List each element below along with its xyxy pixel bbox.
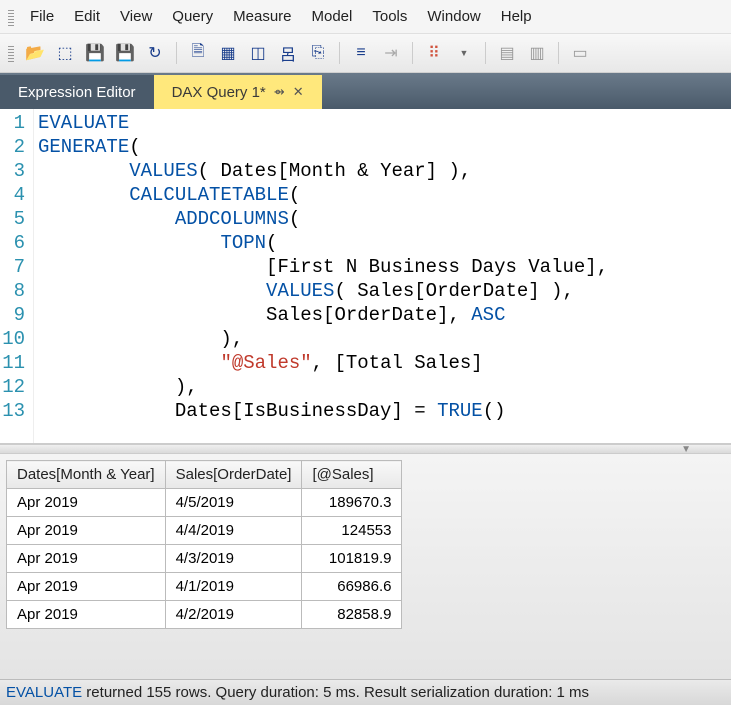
document-icon[interactable]: 🗎 <box>185 40 211 66</box>
cell: 4/5/2019 <box>165 489 302 517</box>
menu-measure[interactable]: Measure <box>223 4 301 29</box>
cell: 189670.3 <box>302 489 402 517</box>
separator <box>176 42 177 64</box>
execute-icon[interactable]: ⎘ <box>305 40 331 66</box>
save-all-icon[interactable]: 💾 <box>112 40 138 66</box>
indent-icon[interactable]: ≡ <box>348 40 374 66</box>
tab-dax-query[interactable]: DAX Query 1* ⇴ ✕ <box>154 75 322 109</box>
code-line: "@Sales", [Total Sales] <box>38 351 608 375</box>
dropdown-icon[interactable]: ▼ <box>451 40 477 66</box>
cube-icon[interactable]: ⬚ <box>52 40 78 66</box>
splitter[interactable] <box>0 444 731 454</box>
outdent-icon[interactable]: ⇥ <box>378 40 404 66</box>
cell: 66986.6 <box>302 573 402 601</box>
filter-icon[interactable]: ⠿ <box>421 40 447 66</box>
status-keyword: EVALUATE <box>6 684 82 701</box>
table-row[interactable]: Apr 20194/5/2019189670.3 <box>7 489 402 517</box>
code-line: CALCULATETABLE( <box>38 183 608 207</box>
cell: Apr 2019 <box>7 545 166 573</box>
table-row[interactable]: Apr 20194/3/2019101819.9 <box>7 545 402 573</box>
line-gutter: 12345678910111213 <box>0 109 34 443</box>
tab-label: DAX Query 1* <box>172 84 266 101</box>
code-line: [First N Business Days Value], <box>38 255 608 279</box>
tab-strip: Expression Editor DAX Query 1* ⇴ ✕ <box>0 73 731 109</box>
menu-edit[interactable]: Edit <box>64 4 110 29</box>
folder-open-icon[interactable]: 📂 <box>22 40 48 66</box>
column-header[interactable]: Sales[OrderDate] <box>165 461 302 489</box>
table-row[interactable]: Apr 20194/2/201982858.9 <box>7 601 402 629</box>
results-grid[interactable]: Dates[Month & Year]Sales[OrderDate][@Sal… <box>6 460 402 629</box>
menu-window[interactable]: Window <box>417 4 490 29</box>
cell: 82858.9 <box>302 601 402 629</box>
cell: 4/4/2019 <box>165 517 302 545</box>
query-icon[interactable]: ◫ <box>245 40 271 66</box>
separator <box>485 42 486 64</box>
cell: 124553 <box>302 517 402 545</box>
column-header[interactable]: Dates[Month & Year] <box>7 461 166 489</box>
code-area[interactable]: EVALUATEGENERATE( VALUES( Dates[Month & … <box>34 109 612 443</box>
cell: Apr 2019 <box>7 601 166 629</box>
status-text: returned 155 rows. Query duration: 5 ms.… <box>82 684 589 701</box>
code-line: VALUES( Dates[Month & Year] ), <box>38 159 608 183</box>
tab-expression-editor[interactable]: Expression Editor <box>0 75 154 109</box>
menu-help[interactable]: Help <box>491 4 542 29</box>
panel-icon[interactable]: ▭ <box>567 40 593 66</box>
code-line: VALUES( Sales[OrderDate] ), <box>38 279 608 303</box>
pin-icon[interactable]: ⇴ <box>274 84 285 100</box>
save-icon[interactable]: 💾 <box>82 40 108 66</box>
cell: Apr 2019 <box>7 517 166 545</box>
menu-view[interactable]: View <box>110 4 162 29</box>
menu-tools[interactable]: Tools <box>362 4 417 29</box>
close-icon[interactable]: ✕ <box>293 84 304 100</box>
grip-icon <box>8 8 14 26</box>
align-icon[interactable]: ▤ <box>494 40 520 66</box>
menu-model[interactable]: Model <box>302 4 363 29</box>
results-pane: Dates[Month & Year]Sales[OrderDate][@Sal… <box>0 454 731 679</box>
code-line: TOPN( <box>38 231 608 255</box>
column-header[interactable]: [@Sales] <box>302 461 402 489</box>
table-row[interactable]: Apr 20194/1/201966986.6 <box>7 573 402 601</box>
menu-file[interactable]: File <box>20 4 64 29</box>
code-editor[interactable]: 12345678910111213 EVALUATEGENERATE( VALU… <box>0 109 731 444</box>
toolbar: 📂 ⬚ 💾 💾 ↻ 🗎 ▦ ◫ 呂 ⎘ ≡ ⇥ ⠿ ▼ ▤ ▥ ▭ <box>0 34 731 73</box>
columns-icon[interactable]: ▥ <box>524 40 550 66</box>
cell: 4/2/2019 <box>165 601 302 629</box>
status-bar: EVALUATE returned 155 rows. Query durati… <box>0 679 731 705</box>
tab-label: Expression Editor <box>18 84 136 101</box>
table-row[interactable]: Apr 20194/4/2019124553 <box>7 517 402 545</box>
menubar: FileEditViewQueryMeasureModelToolsWindow… <box>0 0 731 34</box>
cell: 4/1/2019 <box>165 573 302 601</box>
code-line: Dates[IsBusinessDay] = TRUE() <box>38 399 608 423</box>
code-line: ), <box>38 327 608 351</box>
separator <box>412 42 413 64</box>
grip-icon <box>8 44 14 62</box>
cell: Apr 2019 <box>7 573 166 601</box>
menu-query[interactable]: Query <box>162 4 223 29</box>
cell: 4/3/2019 <box>165 545 302 573</box>
separator <box>339 42 340 64</box>
code-line: Sales[OrderDate], ASC <box>38 303 608 327</box>
graph-icon[interactable]: 呂 <box>275 40 301 66</box>
code-line: ADDCOLUMNS( <box>38 207 608 231</box>
properties-icon[interactable]: ▦ <box>215 40 241 66</box>
code-line: ), <box>38 375 608 399</box>
undo-icon[interactable]: ↻ <box>142 40 168 66</box>
cell: 101819.9 <box>302 545 402 573</box>
code-line: GENERATE( <box>38 135 608 159</box>
code-line: EVALUATE <box>38 111 608 135</box>
separator <box>558 42 559 64</box>
cell: Apr 2019 <box>7 489 166 517</box>
